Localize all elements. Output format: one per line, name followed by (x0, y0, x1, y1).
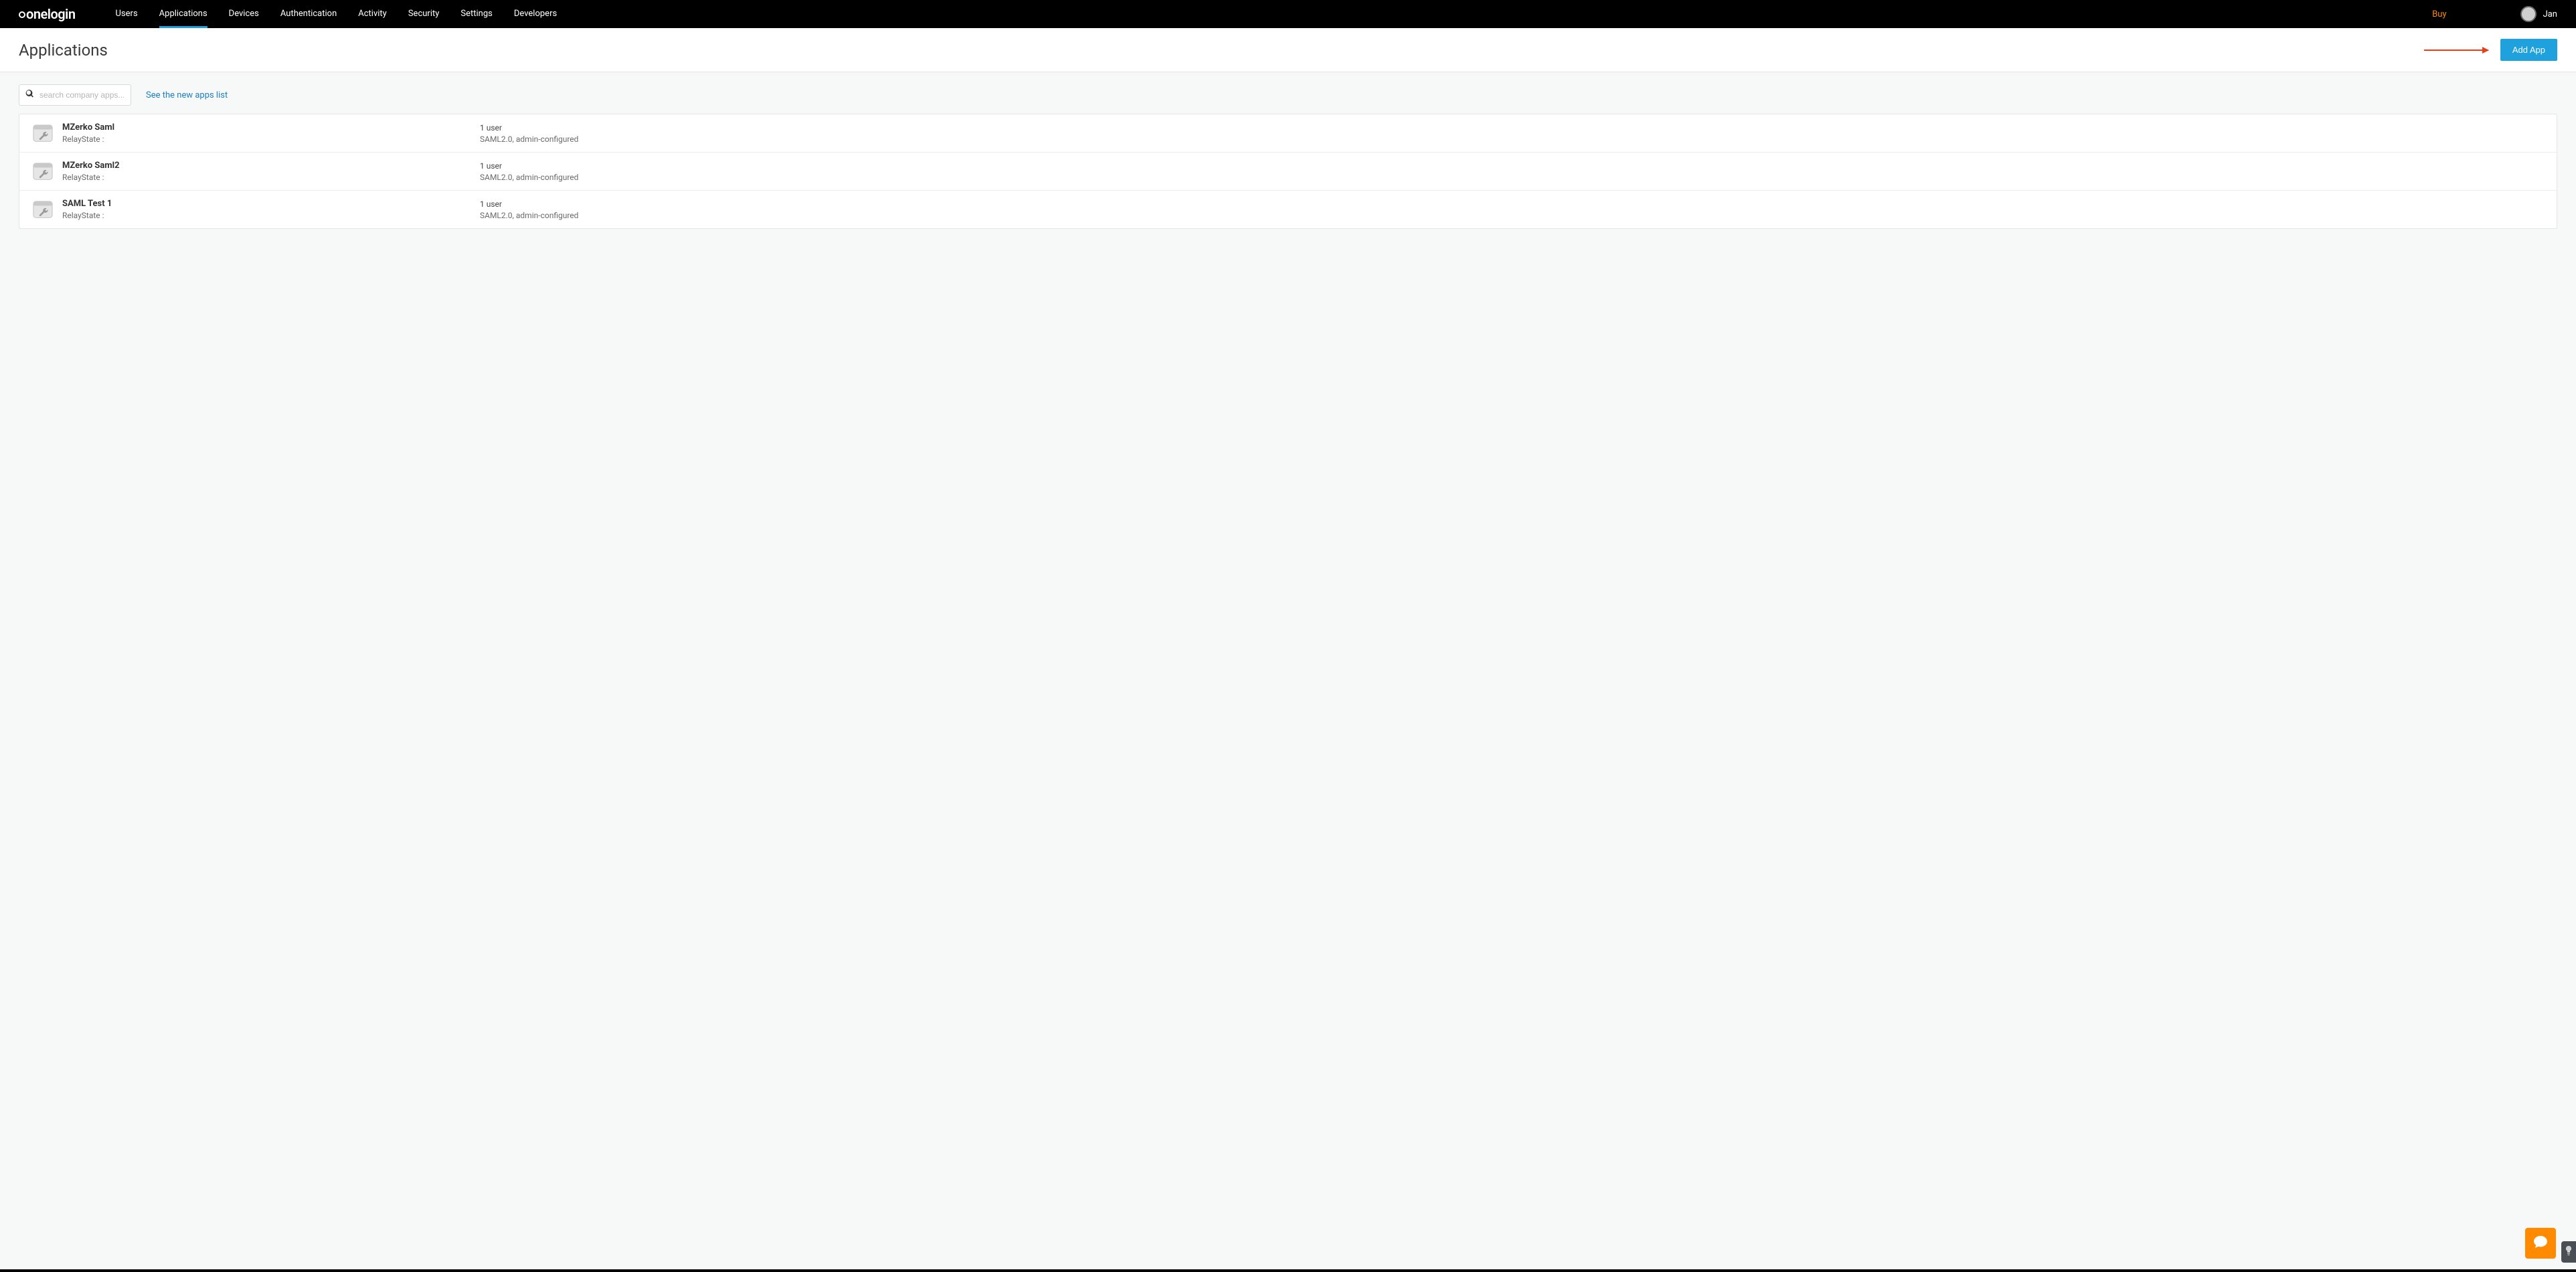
nav-devices[interactable]: Devices (218, 0, 270, 28)
top-navbar: onelogin Users Applications Devices Auth… (0, 0, 2576, 28)
app-name: MZerko Saml (62, 122, 480, 132)
buy-link[interactable]: Buy (2432, 9, 2446, 19)
app-wrench-icon (33, 163, 53, 180)
brand-text: onelogin (26, 6, 76, 22)
app-wrench-icon (33, 201, 53, 218)
user-menu[interactable]: Jan (2520, 6, 2557, 22)
app-users: 1 user (480, 199, 2543, 209)
nav-activity[interactable]: Activity (347, 0, 398, 28)
bottom-edge (0, 1269, 2576, 1272)
app-name: SAML Test 1 (62, 199, 480, 209)
lightbulb-icon (2565, 1246, 2572, 1258)
app-row[interactable]: MZerko Saml RelayState : 1 user SAML2.0,… (19, 114, 2557, 153)
nav-developers[interactable]: Developers (503, 0, 568, 28)
brand-logo[interactable]: onelogin (19, 6, 76, 22)
app-detail: SAML2.0, admin-configured (480, 173, 2543, 182)
app-relay: RelayState : (62, 211, 480, 220)
app-relay: RelayState : (62, 134, 480, 144)
nav-authentication[interactable]: Authentication (270, 0, 347, 28)
nav-security[interactable]: Security (398, 0, 450, 28)
app-detail: SAML2.0, admin-configured (480, 211, 2543, 220)
app-detail: SAML2.0, admin-configured (480, 134, 2543, 144)
app-relay: RelayState : (62, 173, 480, 182)
chat-fab[interactable] (2525, 1228, 2556, 1259)
nav-settings[interactable]: Settings (450, 0, 503, 28)
user-name: Jan (2543, 9, 2557, 19)
app-wrench-icon (33, 124, 53, 142)
toolbar: See the new apps list (0, 72, 2576, 114)
page-header: Applications Add App (0, 28, 2576, 72)
nav-users[interactable]: Users (105, 0, 149, 28)
add-app-button[interactable]: Add App (2500, 39, 2557, 61)
app-users: 1 user (480, 123, 2543, 132)
app-row[interactable]: SAML Test 1 RelayState : 1 user SAML2.0,… (19, 191, 2557, 228)
page-title: Applications (19, 41, 108, 60)
app-row[interactable]: MZerko Saml2 RelayState : 1 user SAML2.0… (19, 153, 2557, 191)
nav-applications[interactable]: Applications (149, 0, 218, 28)
feedback-side-tab[interactable] (2561, 1241, 2576, 1263)
search-wrap (19, 84, 131, 106)
avatar-icon (2520, 6, 2537, 22)
chat-bubble-icon (2532, 1234, 2549, 1253)
nav-items: Users Applications Devices Authenticatio… (105, 0, 568, 28)
app-name: MZerko Saml2 (62, 161, 480, 171)
app-users: 1 user (480, 161, 2543, 171)
search-input[interactable] (19, 84, 131, 106)
annotation-arrow-icon (2424, 50, 2488, 51)
brand-circle-icon (19, 11, 25, 18)
app-list: MZerko Saml RelayState : 1 user SAML2.0,… (19, 114, 2557, 229)
search-icon (25, 90, 34, 101)
new-apps-link[interactable]: See the new apps list (146, 90, 228, 100)
